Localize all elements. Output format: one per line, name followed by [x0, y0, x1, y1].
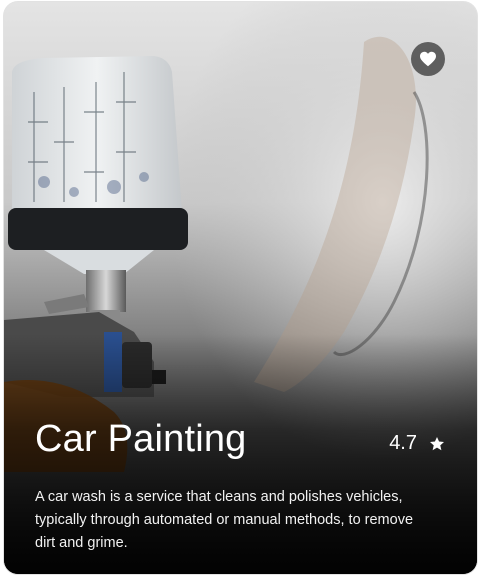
heart-icon [420, 51, 436, 67]
star-icon [430, 436, 444, 450]
favorite-button[interactable] [411, 42, 445, 76]
card-description: A car wash is a service that cleans and … [35, 489, 414, 551]
rating-value: 4.7 [389, 432, 417, 454]
service-card[interactable]: Car Painting 4.7 A car wash is a service… [4, 2, 477, 574]
rating: 4.7 [389, 432, 445, 455]
card-title: Car Painting [35, 418, 247, 460]
